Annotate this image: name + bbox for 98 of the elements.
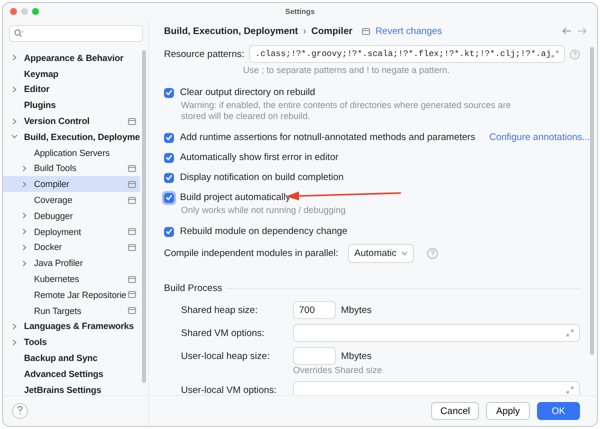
project-scope-icon [128, 180, 136, 188]
zoom-button[interactable] [32, 8, 39, 14]
project-scope-icon [128, 276, 136, 283]
checkbox-label[interactable]: Clear output directory on rebuild [180, 87, 316, 98]
chevron-right-icon[interactable] [11, 322, 18, 330]
breadcrumb-separator: › [303, 26, 306, 36]
input-field[interactable] [293, 324, 580, 342]
help-icon[interactable] [427, 248, 438, 259]
project-scope-icon [128, 118, 136, 125]
field-label: User-local VM options: [181, 384, 278, 395]
sidebar-item[interactable]: Editor [3, 82, 140, 98]
chevron-right-icon[interactable] [21, 260, 28, 267]
hint-text: Use ; to separate patterns and ! to negate a pattern. [242, 65, 451, 75]
resource-patterns-field[interactable]: .class;!?*.groovy;!?*.scala;!?*.flex;!?*.kt;!?*.clj;!?*.aj [249, 45, 566, 63]
sidebar-item[interactable]: Compiler [3, 176, 140, 192]
sidebar-item[interactable]: Appearance & Behavior [3, 50, 140, 66]
close-button[interactable] [10, 8, 17, 14]
number-field[interactable]: 700 [293, 301, 336, 319]
field-label: User-local heap size: [181, 350, 271, 362]
expand-icon[interactable] [566, 386, 574, 394]
checkbox-label[interactable]: Display notification on build completion [180, 172, 344, 183]
revert-changes-link[interactable]: Revert changes [375, 26, 442, 36]
sidebar-item[interactable]: Docker [3, 240, 140, 256]
dialog-button[interactable]: OK [537, 402, 580, 420]
chevron-right-icon[interactable] [11, 118, 18, 125]
chevron-right-icon[interactable] [11, 338, 18, 346]
project-scope-icon [128, 164, 136, 172]
project-scope-icon [362, 28, 370, 34]
chevron-right-icon[interactable] [21, 164, 28, 172]
chevron-right-icon[interactable] [21, 244, 28, 251]
checkbox-label[interactable]: Rebuild module on dependency change [180, 226, 348, 237]
field-label: Resource patterns: [164, 48, 244, 60]
sidebar-item[interactable]: Version Control [3, 113, 140, 129]
checkbox-label[interactable]: Add runtime assertions for notnull-annotated methods and parameters [180, 132, 476, 143]
sidebar-item[interactable]: Build Tools [3, 160, 140, 176]
breadcrumb-parent[interactable]: Build, Execution, Deployment [164, 26, 298, 36]
sidebar-item[interactable]: Advanced Settings [3, 366, 140, 382]
search-field[interactable] [9, 25, 143, 42]
dialog-button[interactable]: Apply [486, 402, 530, 420]
hint-text: Overrides Shared size [292, 365, 384, 375]
section-title: Build Process [164, 283, 222, 294]
unit-label: Mbytes [341, 304, 372, 316]
project-scope-icon [128, 228, 136, 236]
search-icon [14, 29, 24, 38]
input-field[interactable] [293, 381, 580, 395]
project-scope-icon [128, 291, 136, 298]
expand-icon[interactable] [566, 329, 574, 337]
scrollbar[interactable] [142, 50, 146, 383]
checkbox[interactable] [164, 152, 174, 162]
sidebar-item[interactable]: Java Profiler [3, 255, 140, 272]
sidebar-item[interactable]: JetBrains Settings [3, 382, 140, 398]
project-scope-icon [128, 244, 136, 251]
chevron-down-icon [401, 251, 408, 256]
configure-annotations-link[interactable]: Configure annotations... [489, 132, 590, 143]
chevron-right-icon[interactable] [11, 86, 18, 93]
hint-text: Only works while not running / debugging [180, 205, 347, 217]
sidebar-item[interactable]: Coverage [3, 192, 140, 208]
checkbox[interactable] [164, 132, 174, 142]
field-label: Shared heap size: [181, 304, 259, 316]
sidebar-item[interactable]: Kubernetes [3, 271, 140, 287]
project-scope-icon [128, 307, 136, 314]
chevron-right-icon[interactable] [21, 180, 28, 188]
unit-label: Mbytes [341, 350, 372, 362]
question-mark-icon [17, 406, 23, 414]
sidebar-item[interactable]: Backup and Sync [3, 350, 140, 366]
sidebar-item[interactable]: Plugins [3, 97, 140, 114]
parallel-dropdown[interactable]: Automatic [348, 244, 414, 263]
help-button[interactable] [12, 403, 28, 419]
chevron-right-icon[interactable] [21, 228, 28, 236]
expand-icon[interactable] [551, 50, 560, 58]
hint-text: Warning: if enabled, the entire contents of directories where generated sources are stored will be cleared on rebuild. [180, 100, 511, 123]
project-scope-icon [128, 196, 136, 204]
sidebar-item[interactable]: Run Targets [3, 302, 140, 319]
checkbox[interactable] [164, 226, 174, 236]
sidebar-item[interactable]: Debugger [3, 208, 140, 224]
sidebar-item[interactable]: Languages & Frameworks [3, 318, 140, 334]
sidebar-item[interactable]: Application Servers [3, 144, 140, 161]
chevron-right-icon[interactable] [21, 212, 28, 220]
scrollbar[interactable] [590, 47, 594, 355]
sidebar-item[interactable]: Keymap [3, 66, 140, 82]
sidebar-item[interactable]: Tools [3, 334, 140, 350]
checkbox-label[interactable]: Automatically show first error in editor [180, 152, 338, 163]
sidebar-item[interactable]: Build, Execution, Deployme [3, 128, 140, 145]
breadcrumb-current: Compiler [311, 26, 352, 36]
field-label: Shared VM options: [181, 328, 266, 338]
chevron-right-icon[interactable] [11, 54, 18, 62]
chevron-down-icon[interactable] [11, 133, 18, 140]
help-icon[interactable] [570, 48, 580, 60]
checkbox[interactable] [164, 88, 174, 98]
number-field[interactable] [293, 347, 336, 365]
checkbox-label[interactable]: Build project automatically [180, 192, 290, 203]
sidebar-item[interactable]: Remote Jar Repositorie [3, 286, 140, 303]
dialog-button[interactable]: Cancel [431, 402, 479, 420]
field-label: Compile independent modules in parallel: [164, 248, 338, 259]
forward-arrow-icon[interactable] [577, 27, 587, 35]
checkbox[interactable] [164, 172, 174, 182]
sidebar-item[interactable]: Deployment [3, 224, 140, 240]
back-arrow-icon[interactable] [562, 27, 572, 35]
